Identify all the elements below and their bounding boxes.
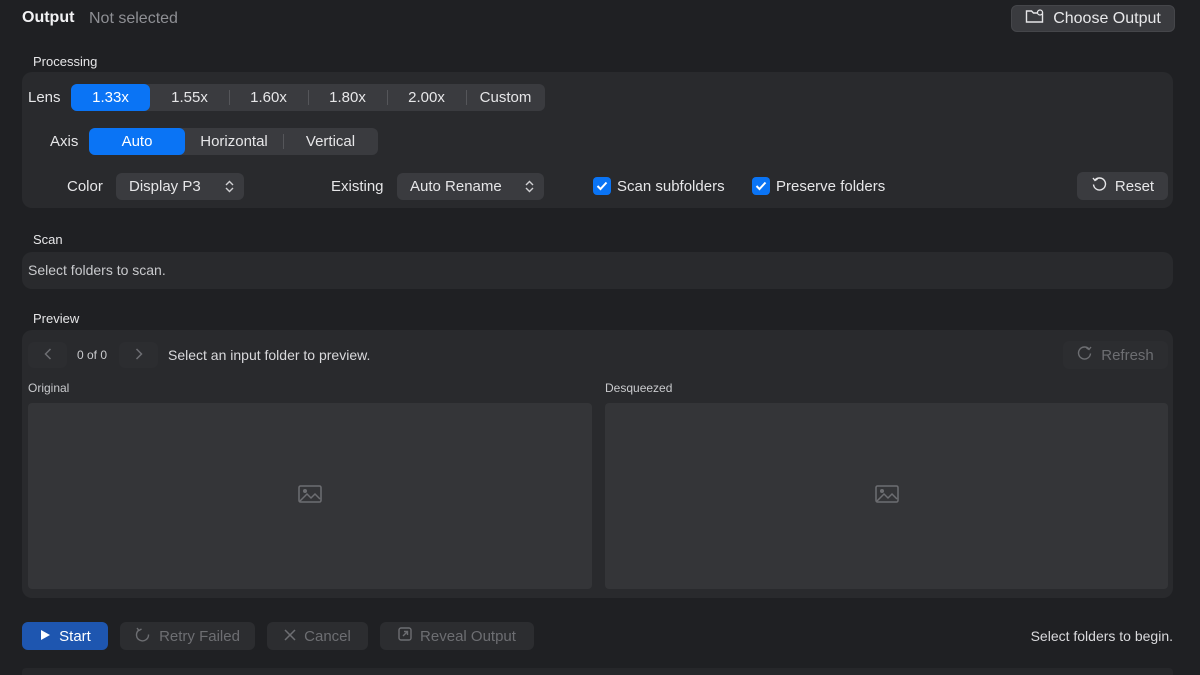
choose-output-label: Choose Output xyxy=(1053,9,1161,27)
scan-subfolders-label: Scan subfolders xyxy=(617,177,725,195)
preview-message: Select an input folder to preview. xyxy=(168,347,371,363)
lens-option-custom[interactable]: Custom xyxy=(466,84,545,111)
progress-bar xyxy=(22,668,1173,675)
scan-subfolders-checkbox[interactable] xyxy=(593,177,611,195)
lens-option-1-80x[interactable]: 1.80x xyxy=(308,84,387,111)
axis-option-vertical[interactable]: Vertical xyxy=(283,128,378,155)
axis-label: Axis xyxy=(50,133,79,150)
retry-failed-label: Retry Failed xyxy=(159,627,240,645)
desqueezed-label: Desqueezed xyxy=(605,381,673,395)
color-label: Color xyxy=(67,178,103,195)
existing-value: Auto Rename xyxy=(410,178,502,195)
start-button[interactable]: Start xyxy=(22,622,108,650)
image-placeholder-icon xyxy=(874,485,899,507)
image-placeholder-icon xyxy=(298,485,322,507)
original-image-well xyxy=(28,403,592,589)
play-icon xyxy=(39,628,51,645)
color-popup[interactable]: Display P3 xyxy=(116,173,244,200)
preserve-folders-toggle[interactable]: Preserve folders xyxy=(752,177,885,195)
start-label: Start xyxy=(59,627,91,645)
close-icon xyxy=(284,628,296,645)
preview-section-label: Preview xyxy=(33,311,80,326)
lens-option-1-33x[interactable]: 1.33x xyxy=(71,84,150,111)
processing-section-label: Processing xyxy=(33,54,98,69)
reveal-icon xyxy=(398,627,412,645)
cancel-button[interactable]: Cancel xyxy=(267,622,368,650)
output-label: Output xyxy=(22,9,75,26)
chevron-right-icon xyxy=(135,347,143,364)
scan-subfolders-toggle[interactable]: Scan subfolders xyxy=(593,177,725,195)
reveal-output-button[interactable]: Reveal Output xyxy=(380,622,534,650)
choose-output-button[interactable]: Choose Output xyxy=(1011,5,1175,32)
output-status: Not selected xyxy=(89,10,178,27)
chevron-left-icon xyxy=(43,347,52,364)
reveal-output-label: Reveal Output xyxy=(420,627,516,645)
lens-option-1-60x[interactable]: 1.60x xyxy=(229,84,308,111)
lens-option-1-55x[interactable]: 1.55x xyxy=(150,84,229,111)
lens-segmented-control: 1.33x 1.55x 1.60x 1.80x 2.00x Custom xyxy=(71,84,545,111)
scan-message: Select folders to scan. xyxy=(28,262,166,278)
refresh-label: Refresh xyxy=(1101,346,1154,364)
refresh-icon xyxy=(1077,345,1093,365)
refresh-button[interactable]: Refresh xyxy=(1063,341,1168,369)
reset-button[interactable]: Reset xyxy=(1077,172,1168,200)
axis-option-auto[interactable]: Auto xyxy=(89,128,185,155)
cancel-label: Cancel xyxy=(304,627,351,645)
lens-option-2-00x[interactable]: 2.00x xyxy=(387,84,466,111)
scan-panel xyxy=(22,252,1173,289)
reset-label: Reset xyxy=(1114,177,1155,195)
folder-icon xyxy=(1025,8,1045,29)
footer-status: Select folders to begin. xyxy=(1030,628,1173,644)
previous-button[interactable] xyxy=(28,342,67,368)
reset-icon xyxy=(1091,176,1107,196)
lens-label: Lens xyxy=(28,89,61,106)
desqueezed-image-well xyxy=(605,403,1168,589)
chevron-up-down-icon xyxy=(525,180,534,193)
chevron-up-down-icon xyxy=(225,180,234,193)
preserve-folders-label: Preserve folders xyxy=(776,177,886,195)
scan-section-label: Scan xyxy=(33,232,63,247)
checkmark-icon xyxy=(596,181,608,191)
retry-icon xyxy=(135,626,151,646)
checkmark-icon xyxy=(755,181,767,191)
retry-failed-button[interactable]: Retry Failed xyxy=(120,622,255,650)
original-label: Original xyxy=(28,381,70,395)
axis-segmented-control: Auto Horizontal Vertical xyxy=(89,128,378,155)
preserve-folders-checkbox[interactable] xyxy=(752,177,770,195)
color-value: Display P3 xyxy=(129,178,201,195)
next-button[interactable] xyxy=(119,342,158,368)
axis-option-horizontal[interactable]: Horizontal xyxy=(185,128,283,155)
preview-counter: 0 of 0 xyxy=(77,348,108,362)
existing-popup[interactable]: Auto Rename xyxy=(397,173,544,200)
existing-label: Existing xyxy=(331,178,384,195)
